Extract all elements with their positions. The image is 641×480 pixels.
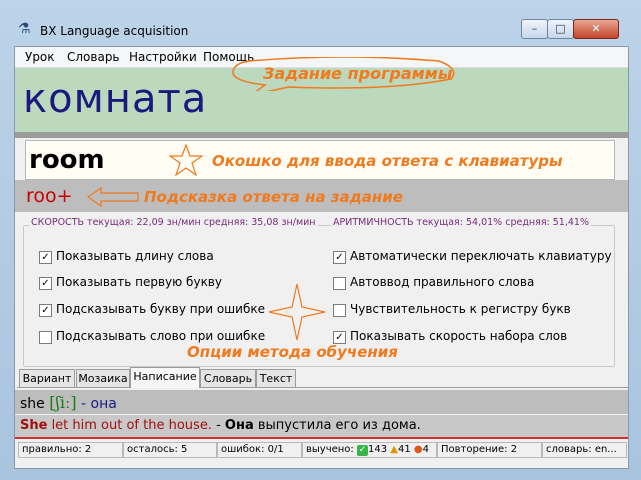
checkbox[interactable] <box>333 277 346 290</box>
example-dash: - <box>211 418 225 433</box>
app-window: ⚗ BX Language acquisition – □ ✕ Урок Сло… <box>0 0 641 480</box>
minimize-button[interactable]: – <box>521 19 548 39</box>
option-label: Подсказывать букву при ошибке <box>56 302 265 316</box>
client-area: Урок Словарь Настройки Помощь комната ro… <box>14 46 629 469</box>
checkbox[interactable] <box>39 331 52 344</box>
checkbox[interactable]: ✓ <box>39 251 52 264</box>
arrow-left-icon <box>87 187 139 207</box>
status-dictionary: словарь: en... <box>542 442 627 458</box>
title-bar[interactable]: ⚗ BX Language acquisition – □ ✕ <box>0 0 641 42</box>
tab-variant[interactable]: Вариант <box>19 369 75 387</box>
menu-lesson[interactable]: Урок <box>25 50 55 64</box>
option-label: Показывать первую букву <box>56 275 222 289</box>
word-transcription: [ʃiː] <box>49 393 77 412</box>
tab-dictionary[interactable]: Словарь <box>200 369 256 387</box>
word-info-panel: she [ʃiː] - она <box>15 390 628 414</box>
example-ru: выпустила его из дома. <box>253 418 421 433</box>
word-translation: она <box>90 396 117 412</box>
example-sentence: She let him out of the house. - Она выпу… <box>20 418 421 433</box>
window-title: BX Language acquisition <box>40 24 189 38</box>
divider <box>15 132 628 138</box>
fire-icon: ● <box>413 444 423 455</box>
word-source: she <box>20 396 45 412</box>
status-learned-label: выучено: <box>306 444 354 455</box>
example-en-highlight: She <box>20 418 48 433</box>
task-word: комната <box>23 76 208 122</box>
checkbox[interactable]: ✓ <box>333 251 346 264</box>
status-learned-warn: 41 <box>397 444 411 455</box>
example-en: let him out of the house. <box>47 418 212 433</box>
close-button[interactable]: ✕ <box>573 19 619 39</box>
status-repeat: Повторение: 2 <box>437 442 542 458</box>
mode-tabs: Вариант Мозаика Написание Словарь Текст <box>17 367 628 388</box>
menu-settings[interactable]: Настройки <box>129 50 197 64</box>
word-info: she [ʃiː] - она <box>20 393 117 412</box>
menu-dictionary[interactable]: Словарь <box>67 50 120 64</box>
checkbox[interactable] <box>333 304 346 317</box>
annotation-task: Задание программы <box>263 64 453 83</box>
option-label: Показывать скорость набора слов <box>350 329 568 343</box>
status-bar: правильно: 2 осталось: 5 ошибок: 0/1 выу… <box>15 440 628 461</box>
answer-value: room <box>29 145 105 175</box>
tab-text[interactable]: Текст <box>256 369 296 387</box>
option-label: Автоввод правильного слова <box>350 275 535 289</box>
status-remaining: осталось: 5 <box>123 442 217 458</box>
rhythm-readout: АРИТМИЧНОСТЬ текущая: 54,01% средняя: 51… <box>331 217 591 228</box>
annotation-options: Опции метода обучения <box>187 343 398 361</box>
check-icon: ✓ <box>356 445 368 456</box>
option-label: Автоматически переключать клавиатуру <box>350 249 612 263</box>
tab-mosaic[interactable]: Мозаика <box>76 369 130 387</box>
annotation-answer: Окошко для ввода ответа с клавиатуры <box>212 152 563 170</box>
option-label: Показывать длину слова <box>56 249 214 263</box>
annotation-hint: Подсказка ответа на задание <box>144 188 403 206</box>
sparkle-icon <box>268 283 326 341</box>
flask-icon: ⚗ <box>18 21 31 37</box>
option-label: Чувствительность к регистру букв <box>350 302 571 316</box>
warning-icon: ▲ <box>390 444 398 455</box>
tab-writing[interactable]: Написание <box>130 367 200 388</box>
status-correct: правильно: 2 <box>18 442 123 458</box>
status-errors: ошибок: 0/1 <box>217 442 302 458</box>
status-learned-fire: 4 <box>422 444 429 455</box>
maximize-button[interactable]: □ <box>547 19 574 39</box>
example-ru-highlight: Она <box>224 418 254 433</box>
checkbox[interactable]: ✓ <box>39 304 52 317</box>
star-icon <box>169 144 203 176</box>
hint-text: roo+ <box>26 185 73 207</box>
status-learned: выучено: ✓ 143 ▲41 ●4 <box>302 442 437 458</box>
word-dash: - <box>81 396 87 412</box>
option-label: Подсказывать слово при ошибке <box>56 329 266 343</box>
checkbox[interactable]: ✓ <box>39 277 52 290</box>
example-panel: She let him out of the house. - Она выпу… <box>15 415 628 439</box>
speed-readout: СКОРОСТЬ текущая: 22,09 зн/мин средняя: … <box>29 217 318 228</box>
status-learned-ok: 143 <box>367 444 388 455</box>
